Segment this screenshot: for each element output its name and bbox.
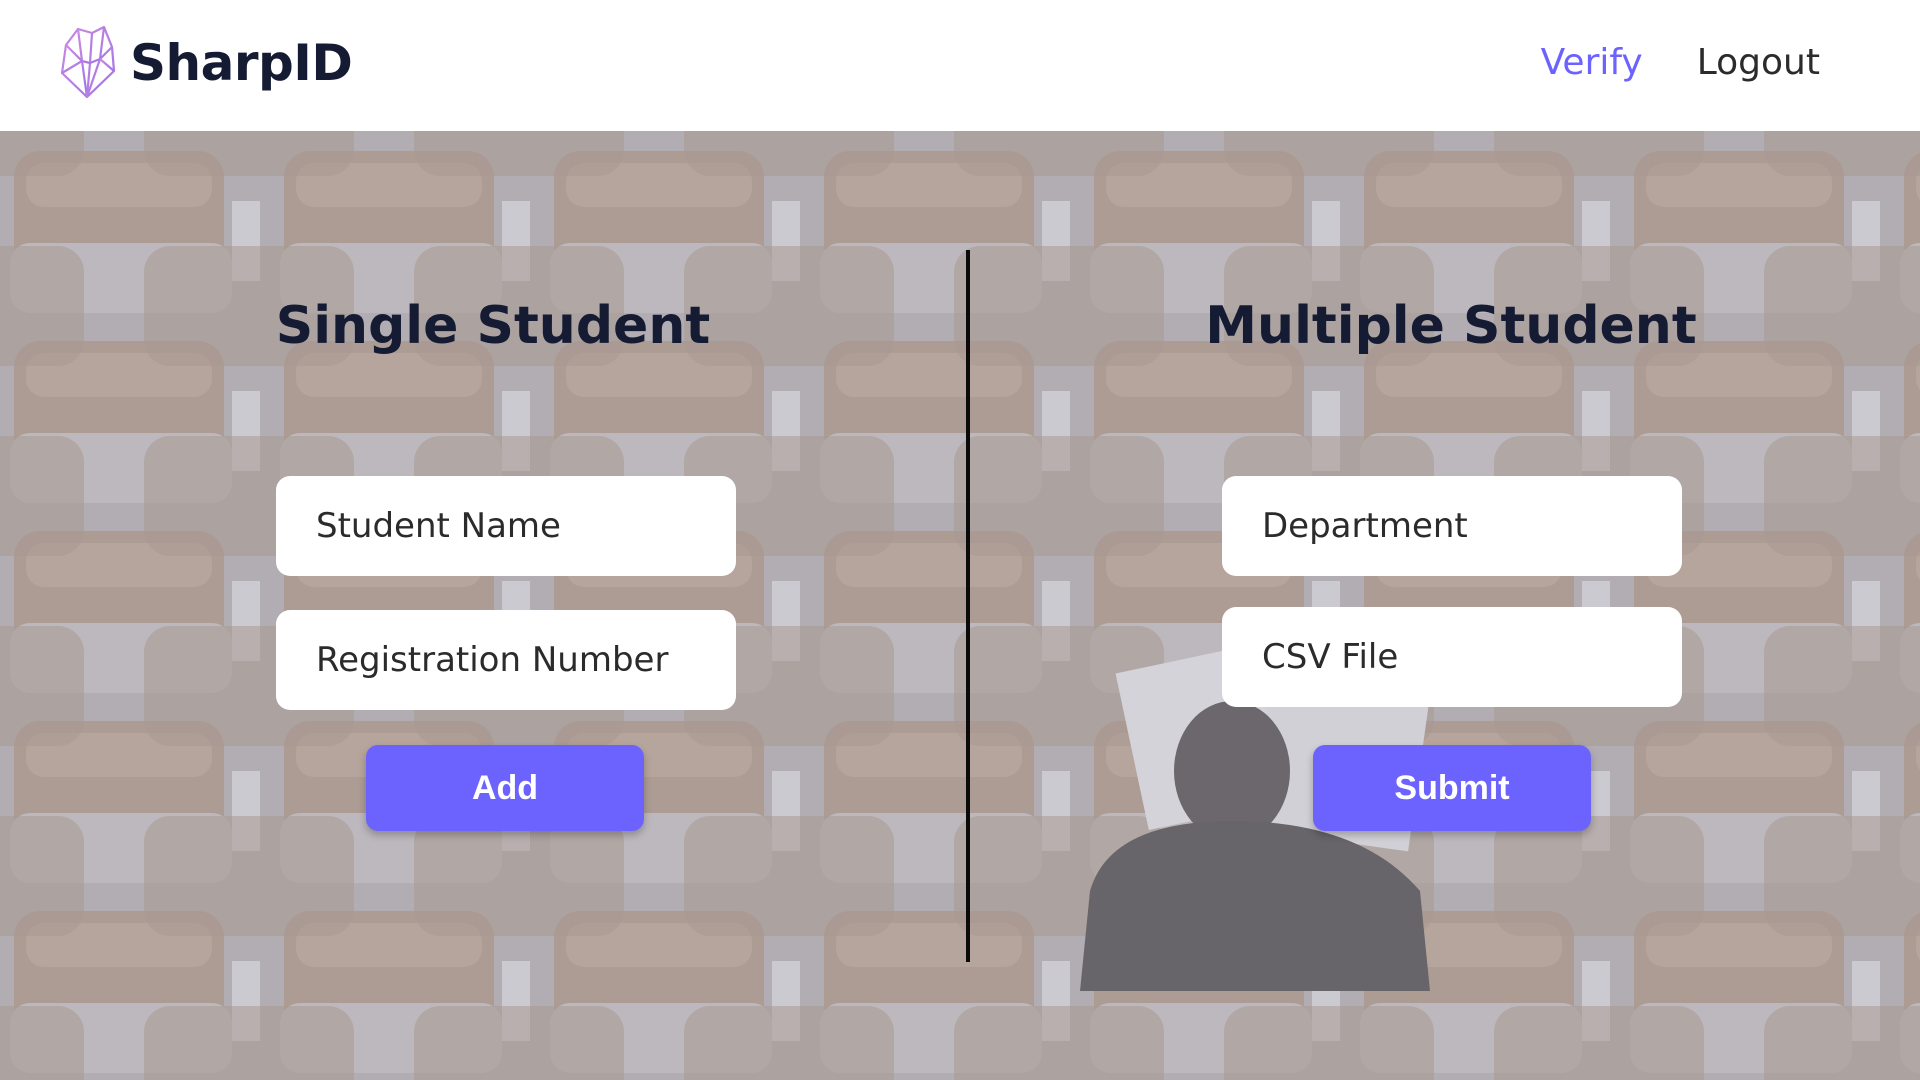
background-tint: [0, 131, 1920, 1080]
add-button[interactable]: Add: [366, 745, 644, 831]
single-student-heading: Single Student: [275, 296, 711, 356]
main-nav: Verify Logout: [1541, 42, 1820, 83]
department-input[interactable]: [1222, 476, 1682, 576]
background-lecture-hall: Single Student Add Multiple Student Subm…: [0, 131, 1920, 1080]
brand-name: SharpID: [130, 34, 353, 92]
csv-file-input[interactable]: [1222, 607, 1682, 707]
submit-button[interactable]: Submit: [1313, 745, 1591, 831]
nav-logout-link[interactable]: Logout: [1697, 42, 1820, 83]
student-name-input[interactable]: [276, 476, 736, 576]
nav-verify-link[interactable]: Verify: [1541, 42, 1643, 83]
crystal-icon: [56, 25, 118, 101]
top-navbar: SharpID Verify Logout: [0, 0, 1920, 131]
section-divider: [966, 250, 970, 962]
registration-number-input[interactable]: [276, 610, 736, 710]
multiple-student-heading: Multiple Student: [1205, 296, 1697, 356]
brand[interactable]: SharpID: [56, 25, 353, 101]
